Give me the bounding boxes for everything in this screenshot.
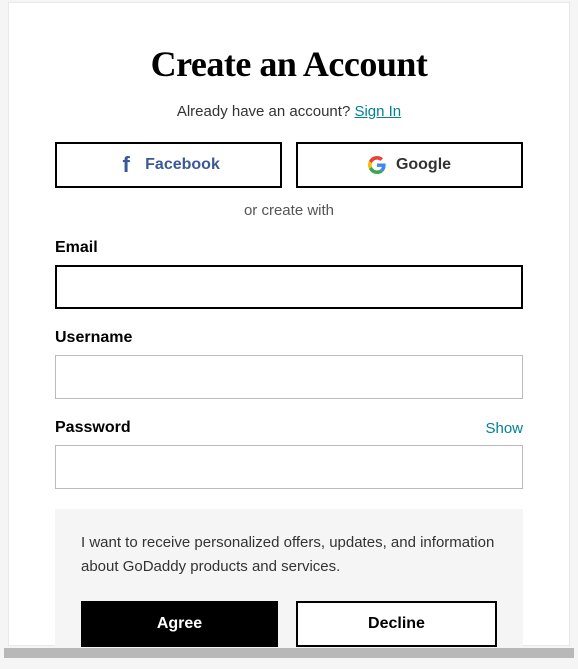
decline-button[interactable]: Decline bbox=[296, 601, 497, 647]
username-label: Username bbox=[55, 329, 132, 347]
username-input[interactable] bbox=[55, 355, 523, 399]
email-field-block: Email bbox=[55, 239, 523, 309]
consent-text: I want to receive personalized offers, u… bbox=[81, 531, 497, 579]
already-text: Already have an account? bbox=[177, 103, 355, 120]
google-icon bbox=[368, 156, 386, 174]
page-title: Create an Account bbox=[55, 43, 523, 85]
social-buttons-row: f Facebook Google bbox=[55, 142, 523, 188]
google-label: Google bbox=[396, 156, 451, 174]
email-input[interactable] bbox=[55, 265, 523, 309]
facebook-button[interactable]: f Facebook bbox=[55, 142, 282, 188]
or-create-with-text: or create with bbox=[55, 202, 523, 219]
password-input[interactable] bbox=[55, 445, 523, 489]
password-field-block: Password Show bbox=[55, 419, 523, 489]
sign-in-link[interactable]: Sign In bbox=[354, 103, 401, 120]
username-field-block: Username bbox=[55, 329, 523, 399]
facebook-icon: f bbox=[117, 156, 135, 174]
google-button[interactable]: Google bbox=[296, 142, 523, 188]
facebook-label: Facebook bbox=[145, 156, 220, 174]
email-label: Email bbox=[55, 239, 98, 257]
password-label: Password bbox=[55, 419, 131, 437]
bottom-scrollbar[interactable] bbox=[4, 648, 574, 658]
show-password-link[interactable]: Show bbox=[485, 420, 523, 437]
consent-buttons-row: Agree Decline bbox=[81, 601, 497, 647]
signup-card: Create an Account Already have an accoun… bbox=[8, 2, 570, 646]
already-have-account: Already have an account? Sign In bbox=[55, 103, 523, 120]
consent-box: I want to receive personalized offers, u… bbox=[55, 509, 523, 669]
agree-button[interactable]: Agree bbox=[81, 601, 278, 647]
